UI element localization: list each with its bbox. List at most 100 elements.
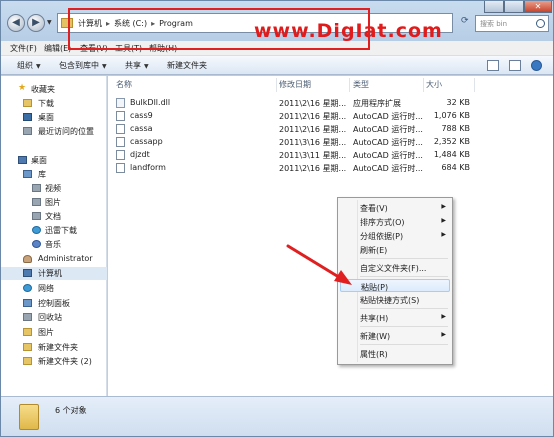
autocad-file-icon: [116, 150, 125, 160]
sidebar-item-control-panel[interactable]: 控制面板: [1, 297, 107, 310]
explorer-window: ◀ ▶ ▼ 计算机 ▸ 系统 (C:) ▸ Program www.DigIat.com…: [0, 0, 554, 437]
autocad-file-icon: [116, 137, 125, 147]
context-item-share[interactable]: 共享(H) ▶: [340, 311, 450, 324]
file-row[interactable]: BulkDll.dll 2011\2\16 星期... 应用程序扩展 32 KB: [108, 97, 476, 109]
video-library-icon: [32, 184, 41, 192]
menu-separator: [360, 308, 448, 309]
pictures-library-icon: [32, 198, 41, 206]
submenu-arrow-icon: ▶: [441, 331, 446, 338]
context-item-properties[interactable]: 属性(R): [340, 347, 450, 360]
column-divider[interactable]: [423, 78, 424, 92]
desktop-icon: [18, 156, 27, 164]
sidebar-item-recycle-bin[interactable]: 回收站: [1, 311, 107, 324]
sidebar-item-thunder[interactable]: 迅雷下载: [1, 224, 107, 237]
sidebar-item-new-folder-2[interactable]: 新建文件夹 (2): [1, 355, 107, 368]
status-bar: 6 个对象: [1, 396, 553, 436]
menu-separator: [360, 258, 448, 259]
column-header-size[interactable]: 大小: [426, 79, 442, 90]
new-folder-button[interactable]: 新建文件夹: [167, 60, 207, 71]
user-icon: [23, 255, 32, 263]
sidebar-item-new-folder[interactable]: 新建文件夹: [1, 341, 107, 354]
sidebar-item-music[interactable]: 音乐: [1, 238, 107, 251]
sidebar-item-favorites[interactable]: ★ 收藏夹: [1, 83, 107, 96]
organize-button[interactable]: 组织 ▼: [17, 60, 41, 71]
search-input[interactable]: 搜索 bin: [475, 15, 549, 32]
maximize-button[interactable]: [504, 1, 524, 13]
sidebar-item-pictures[interactable]: 图片: [1, 196, 107, 209]
sidebar-item-desktop-root[interactable]: 桌面: [1, 154, 107, 167]
history-dropdown-icon[interactable]: ▼: [47, 19, 52, 26]
network-icon: [23, 284, 32, 292]
help-icon[interactable]: [531, 60, 542, 71]
refresh-icon[interactable]: ⟳: [461, 16, 475, 30]
view-options-icon[interactable]: [487, 60, 499, 71]
menu-separator: [360, 344, 448, 345]
context-item-view[interactable]: 查看(V) ▶: [340, 201, 450, 214]
minimize-button[interactable]: [484, 1, 504, 13]
context-item-paste[interactable]: 粘贴(P): [340, 279, 450, 292]
forward-button[interactable]: ▶: [27, 14, 45, 32]
file-row[interactable]: cass9 2011\2\16 星期... AutoCAD 运行时... 1,0…: [108, 110, 476, 122]
sidebar-item-desktop[interactable]: 桌面: [1, 111, 107, 124]
library-icon: [23, 170, 32, 178]
item-count: 6 个对象: [55, 406, 87, 415]
close-button[interactable]: ✕: [524, 1, 552, 13]
sidebar-item-documents[interactable]: 文档: [1, 210, 107, 223]
annotation-highlight-box: [68, 8, 370, 50]
dll-file-icon: [116, 98, 125, 108]
submenu-arrow-icon: ▶: [441, 217, 446, 224]
share-button[interactable]: 共享 ▼: [125, 60, 149, 71]
back-button[interactable]: ◀: [7, 14, 25, 32]
sidebar-item-videos[interactable]: 视频: [1, 182, 107, 195]
autocad-file-icon: [116, 111, 125, 121]
autocad-file-icon: [116, 163, 125, 173]
include-library-button[interactable]: 包含到库中 ▼: [59, 60, 107, 71]
chevron-down-icon: ▼: [144, 63, 149, 70]
menu-separator: [360, 326, 448, 327]
download-folder-icon: [23, 99, 32, 107]
context-item-sort-by[interactable]: 排序方式(O) ▶: [340, 215, 450, 228]
folder-icon: [23, 328, 32, 336]
context-item-paste-shortcut[interactable]: 粘贴快捷方式(S): [340, 293, 450, 306]
autocad-file-icon: [116, 124, 125, 134]
sidebar-item-computer[interactable]: 计算机: [1, 267, 107, 280]
sidebar-item-libraries[interactable]: 库: [1, 168, 107, 181]
recycle-bin-icon: [23, 313, 32, 321]
menu-separator: [360, 276, 448, 277]
file-list: 名称 修改日期 类型 大小 BulkDll.dll 2011\2\16 星期..…: [108, 76, 553, 396]
sidebar-item-recent[interactable]: 最近访问的位置: [1, 125, 107, 138]
context-item-customize-folder[interactable]: 自定义文件夹(F)...: [340, 261, 450, 274]
column-divider[interactable]: [276, 78, 277, 92]
context-item-refresh[interactable]: 刷新(E): [340, 243, 450, 256]
folder-icon: [19, 404, 39, 430]
recent-places-icon: [23, 127, 32, 135]
context-item-group-by[interactable]: 分组依据(P) ▶: [340, 229, 450, 242]
column-header-date[interactable]: 修改日期: [279, 79, 311, 90]
sidebar-item-network[interactable]: 网络: [1, 282, 107, 295]
computer-icon: [23, 269, 32, 277]
preview-pane-icon[interactable]: [509, 60, 521, 71]
sidebar-item-administrator[interactable]: Administrator: [1, 253, 107, 266]
submenu-arrow-icon: ▶: [441, 203, 446, 210]
chevron-down-icon: ▼: [102, 63, 107, 70]
file-row[interactable]: cassapp 2011\3\16 星期... AutoCAD 运行时... 2…: [108, 136, 476, 148]
submenu-arrow-icon: ▶: [441, 313, 446, 320]
thunder-download-icon: [32, 226, 41, 234]
sidebar-item-downloads[interactable]: 下载: [1, 97, 107, 110]
documents-library-icon: [32, 212, 41, 220]
chevron-down-icon: ▼: [36, 63, 41, 70]
desktop-icon: [23, 113, 32, 121]
star-icon: ★: [18, 83, 27, 93]
sidebar-item-pictures-folder[interactable]: 图片: [1, 326, 107, 339]
menu-file[interactable]: 文件(F): [10, 43, 37, 54]
column-header-type[interactable]: 类型: [353, 79, 369, 90]
column-divider[interactable]: [349, 78, 350, 92]
file-row[interactable]: cassa 2011\2\16 星期... AutoCAD 运行时... 788…: [108, 123, 476, 135]
column-divider[interactable]: [474, 78, 475, 92]
command-bar: 组织 ▼ 包含到库中 ▼ 共享 ▼ 新建文件夹: [1, 56, 553, 75]
file-row[interactable]: djzdt 2011\3\11 星期... AutoCAD 运行时... 1,4…: [108, 149, 476, 161]
search-icon: [536, 19, 545, 28]
file-row[interactable]: landform 2011\2\16 星期... AutoCAD 运行时... …: [108, 162, 476, 174]
column-header-name[interactable]: 名称: [116, 79, 132, 90]
context-item-new[interactable]: 新建(W) ▶: [340, 329, 450, 342]
